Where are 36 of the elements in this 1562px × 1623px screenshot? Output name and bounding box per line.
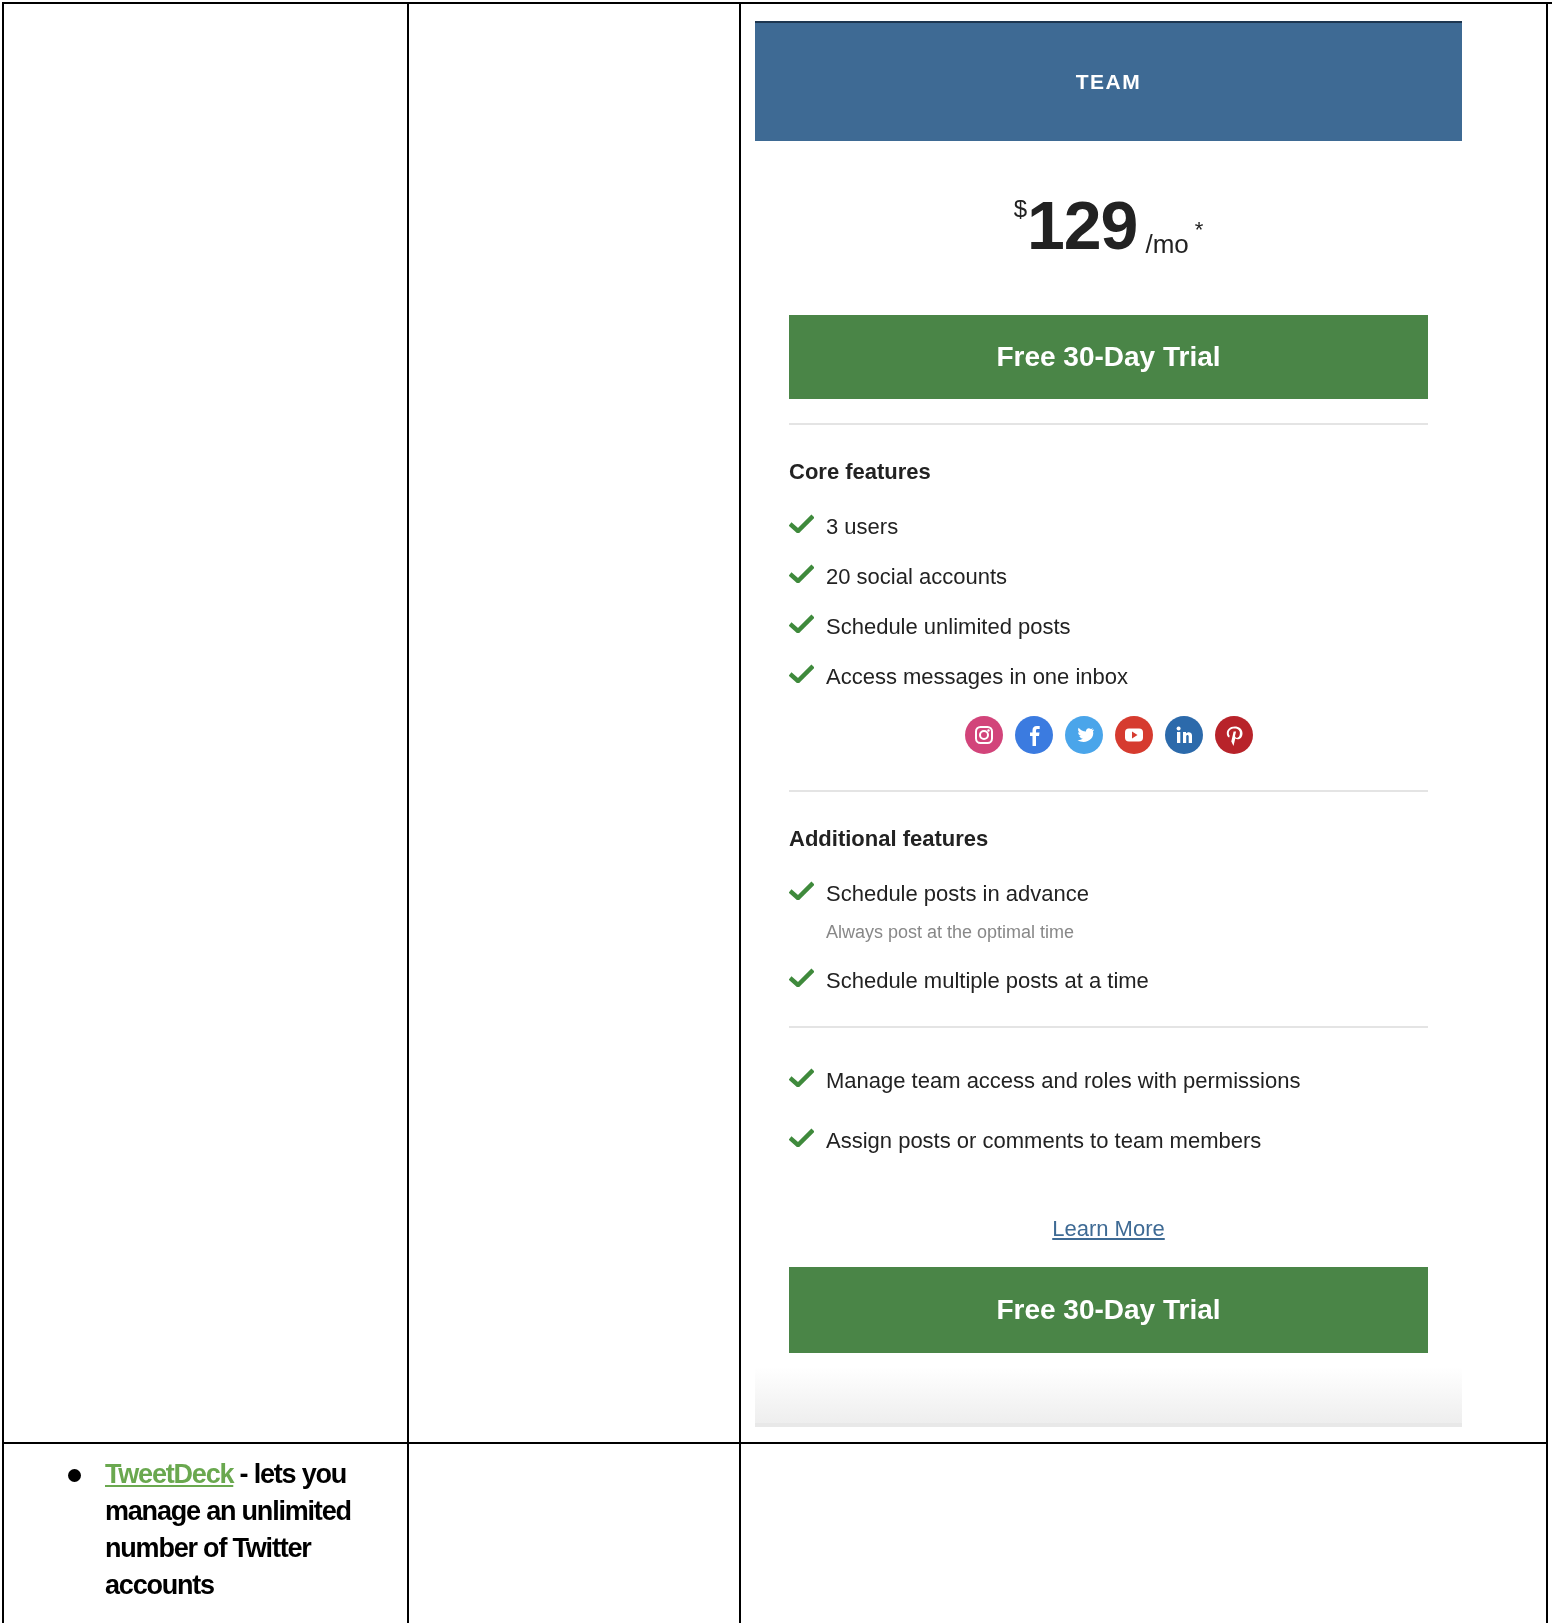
letter-in-icon[interactable] [1164, 716, 1203, 754]
list-item-text: TweetDeck - lets you manage an unlimited number of Twitter accounts [105, 1458, 352, 1602]
plan-title: TEAM [1075, 69, 1142, 96]
check-icon [789, 880, 814, 900]
trial-button[interactable]: Free 30-Day Trial [789, 1267, 1428, 1353]
letter-p-icon[interactable] [1214, 716, 1253, 754]
feature-text: Manage team access and roles with permissions [826, 1067, 1301, 1095]
check-icon [789, 1067, 814, 1087]
currency-sign: $ [1013, 195, 1027, 222]
feature-text: Access messages in one inbox [826, 663, 1129, 691]
play-icon[interactable] [1114, 716, 1153, 754]
section-heading: Core features [789, 458, 932, 486]
bullet-icon [68, 1469, 81, 1482]
check-icon [789, 663, 814, 683]
footnote-mark: * [1194, 217, 1204, 242]
check-icon [789, 1127, 814, 1147]
feature-text: Schedule posts in advance [826, 880, 1089, 908]
check-icon [789, 967, 814, 987]
price-amount: 129 [1027, 187, 1138, 263]
feature-note: Always post at the optimal time [826, 921, 1076, 944]
feature-text: 20 social accounts [826, 563, 1007, 591]
section-heading: Additional features [789, 825, 990, 853]
tweetdeck-link[interactable]: TweetDeck [105, 1459, 234, 1489]
feature-text: 3 users [826, 513, 899, 541]
check-icon [789, 563, 814, 583]
price-period: /mo [1145, 229, 1189, 259]
feature-text: Assign posts or comments to team members [826, 1127, 1262, 1155]
bird-icon[interactable] [1064, 716, 1103, 754]
feature-text: Schedule unlimited posts [826, 613, 1071, 641]
learn-more-link[interactable]: Learn More [1052, 1216, 1165, 1241]
trial-button[interactable]: Free 30-Day Trial [789, 315, 1428, 399]
check-icon [789, 513, 814, 533]
camera-icon[interactable] [964, 716, 1003, 754]
check-icon [789, 613, 814, 633]
feature-text: Schedule multiple posts at a time [826, 967, 1149, 995]
letter-f-icon[interactable] [1014, 716, 1053, 754]
